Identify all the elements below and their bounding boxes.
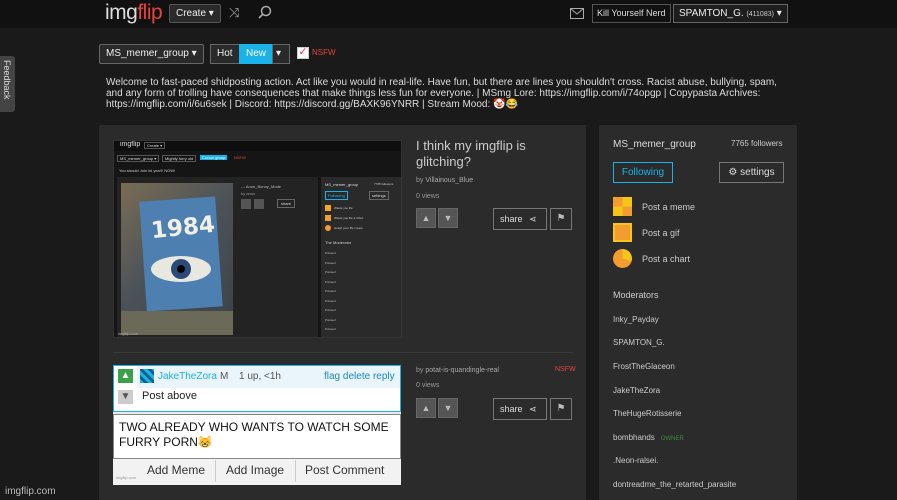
arrow-up-icon: ▲	[421, 213, 431, 223]
downvote-button[interactable]: ▼	[438, 398, 458, 418]
watermark: imgflip.com	[5, 486, 56, 497]
flag-button[interactable]: ⚑	[550, 398, 572, 420]
moderator-link[interactable]: TheHugeRotisserie	[613, 409, 681, 418]
moderator-link[interactable]: SPAMTON_G.	[613, 338, 665, 347]
chevron-down-icon: ▾	[776, 8, 782, 19]
gif-icon	[613, 223, 632, 242]
gear-icon: ⚙	[728, 167, 738, 178]
username: SPAMTON_G.	[679, 8, 744, 19]
arrow-down-icon: ▼	[443, 403, 453, 413]
top-header: imgflip Create ▾ ⤨ Kill Yourself Nerd SP…	[0, 0, 897, 28]
moderator-link[interactable]: .Neon-ralsei.	[613, 456, 658, 465]
arrow-down-icon: ▼	[118, 390, 133, 404]
stream-select[interactable]: MS_memer_group ▾	[99, 44, 204, 64]
flag-icon: ⚑	[556, 213, 566, 224]
sort-hot-tab[interactable]: Hot	[210, 44, 240, 64]
moderators-heading: Moderators	[613, 290, 659, 300]
flag-icon: ⚑	[556, 403, 566, 414]
upvote-button[interactable]: ▲	[416, 398, 436, 418]
shuffle-icon[interactable]: ⤨	[229, 6, 239, 20]
stream-description: Welcome to fast-paced shidposting action…	[106, 77, 777, 110]
moderator-link[interactable]: JakeTheZora	[613, 386, 660, 395]
post-views: 0 views	[416, 193, 440, 200]
share-button[interactable]: share ⋖	[493, 398, 547, 420]
post-image[interactable]: ▲ ▼ JakeTheZora M 1 up, <1h flag delete …	[113, 365, 401, 485]
avatar	[140, 369, 154, 383]
settings-button[interactable]: ⚙ settings	[719, 162, 784, 183]
nsfw-label: NSFW	[312, 48, 336, 57]
share-icon: ⋖	[529, 404, 537, 414]
poster-art: 1984	[121, 183, 233, 335]
moderator-link[interactable]: bombhands OWNER	[613, 433, 684, 442]
flag-button[interactable]: ⚑	[550, 208, 572, 230]
owner-badge: OWNER	[660, 436, 684, 442]
post-divider	[113, 352, 573, 353]
post-author[interactable]: Villainous_Blue	[425, 177, 473, 184]
post-author-line: by potat-is-quandingle-real	[416, 367, 499, 374]
user-points: (411083)	[746, 11, 774, 18]
follower-count: 7765 followers	[731, 139, 783, 148]
sort-dropdown[interactable]: ▾	[272, 44, 290, 64]
downvote-button[interactable]: ▼	[438, 208, 458, 228]
user-flair[interactable]: Kill Yourself Nerd	[592, 4, 671, 23]
create-button[interactable]: Create ▾	[169, 4, 221, 23]
search-icon[interactable]	[258, 5, 272, 21]
sort-new-tab[interactable]: New	[239, 44, 274, 64]
arrow-up-icon: ▲	[421, 403, 431, 413]
arrow-down-icon: ▼	[443, 213, 453, 223]
upvote-button[interactable]: ▲	[416, 208, 436, 228]
post-views: 0 views	[416, 382, 440, 389]
share-icon: ⋖	[529, 214, 537, 224]
user-menu[interactable]: SPAMTON_G. (411083) ▾	[673, 4, 788, 23]
post-author[interactable]: potat-is-quandingle-real	[425, 367, 499, 374]
nsfw-tag: NSFW	[555, 366, 576, 373]
imgflip-logo[interactable]: imgflip	[105, 1, 163, 25]
moderator-link[interactable]: Inky_Payday	[613, 315, 659, 324]
feedback-tab[interactable]: Feedback	[0, 56, 15, 112]
mail-icon[interactable]	[570, 7, 584, 21]
following-button[interactable]: Following	[613, 162, 673, 183]
meme-icon	[613, 197, 632, 216]
post-image[interactable]: imgflip Create ▾ MS_memer_group ▾ Mightl…	[113, 140, 402, 338]
post-title[interactable]: I think my imgflip is glitching?	[416, 138, 566, 170]
post-author-line: by Villainous_Blue	[416, 177, 474, 184]
arrow-up-icon: ▲	[118, 369, 133, 383]
sidebar-stream-name[interactable]: MS_memer_group	[613, 139, 696, 150]
chart-icon	[613, 249, 632, 268]
share-button[interactable]: share ⋖	[493, 208, 547, 230]
moderator-link[interactable]: FrostTheGlaceon	[613, 362, 675, 371]
moderator-link[interactable]: dontreadme_the_retarted_parasite	[613, 480, 736, 489]
nsfw-checkbox[interactable]: ✓	[297, 47, 309, 59]
